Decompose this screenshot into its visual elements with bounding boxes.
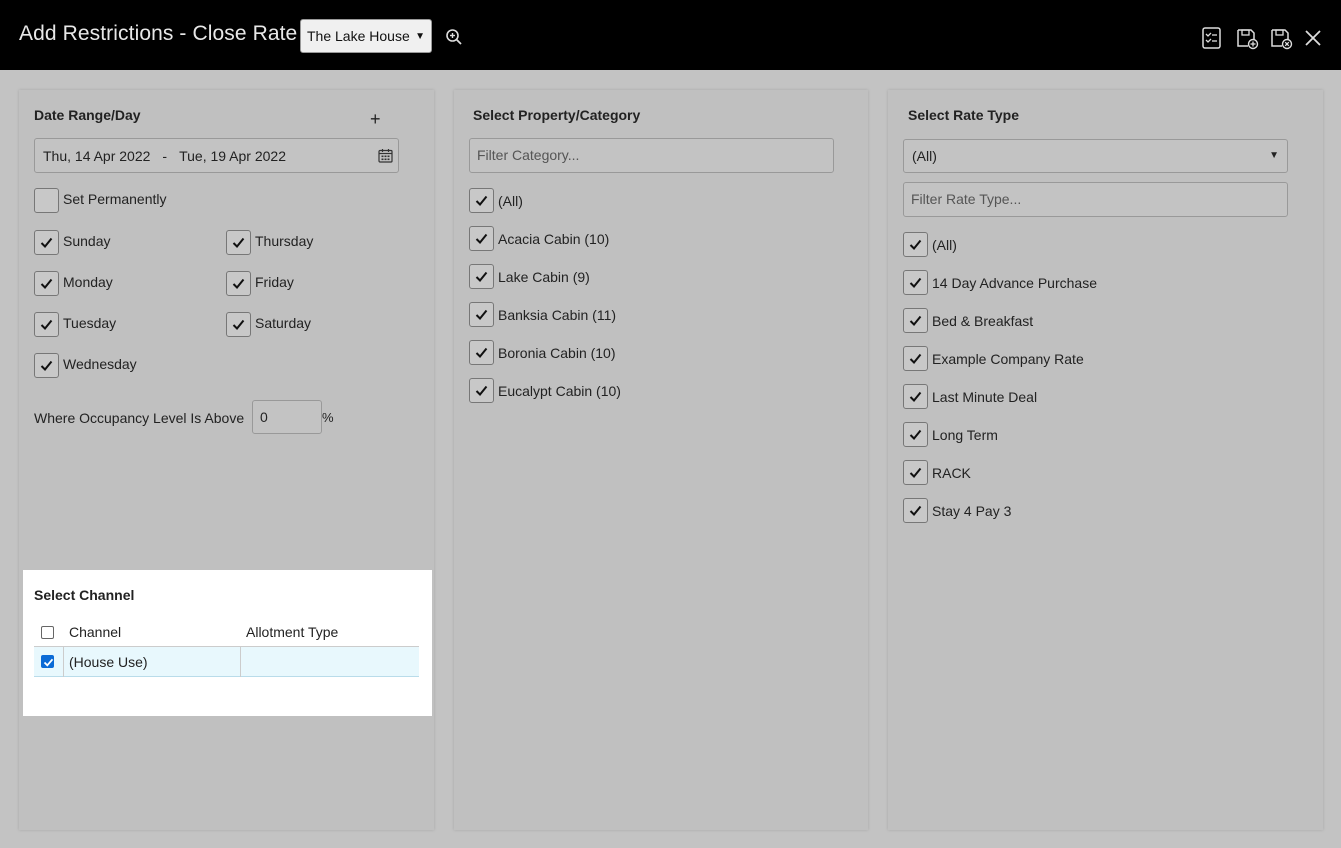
category-label: Banksia Cabin (11): [498, 307, 617, 323]
tuesday-label: Tuesday: [63, 315, 117, 331]
category-panel-title: Select Property/Category: [473, 107, 641, 123]
select-channel-section: Select Channel Channel Allotment Type (H…: [23, 570, 432, 716]
category-checkbox[interactable]: [469, 264, 494, 289]
category-label: Lake Cabin (9): [498, 269, 590, 285]
saturday-label: Saturday: [255, 315, 312, 331]
category-label: Boronia Cabin (10): [498, 345, 616, 361]
rate-type-checkbox-all[interactable]: [903, 232, 928, 257]
rate-type-checkbox[interactable]: [903, 270, 928, 295]
rate-type-checkbox[interactable]: [903, 384, 928, 409]
channel-column-header[interactable]: Channel: [69, 624, 121, 640]
channel-table: Channel Allotment Type (House Use): [34, 618, 419, 677]
save-close-icon[interactable]: [1269, 26, 1293, 50]
property-select-value: The Lake House: [307, 28, 410, 44]
table-row[interactable]: (House Use): [34, 647, 419, 677]
calendar-icon[interactable]: [378, 148, 393, 163]
chevron-down-icon: ▼: [415, 30, 425, 42]
checklist-icon[interactable]: [1200, 26, 1224, 50]
property-select[interactable]: The Lake House ▼: [300, 19, 432, 53]
set-permanently-label: Set Permanently: [63, 191, 167, 207]
sunday-checkbox[interactable]: [34, 230, 59, 255]
category-label: Eucalypt Cabin (10): [498, 383, 621, 399]
rate-type-select-value: (All): [912, 148, 937, 164]
occupancy-label: Where Occupancy Level Is Above: [34, 410, 245, 426]
chevron-down-icon: ▼: [1269, 150, 1279, 161]
friday-label: Friday: [255, 274, 294, 290]
rate-type-label: Long Term: [932, 427, 998, 443]
search-zoom-icon[interactable]: [445, 28, 463, 46]
close-icon[interactable]: [1301, 26, 1325, 50]
friday-checkbox[interactable]: [226, 271, 251, 296]
thursday-label: Thursday: [255, 233, 314, 249]
occupancy-input[interactable]: 0: [252, 400, 322, 434]
rate-type-select[interactable]: (All) ▼: [903, 139, 1288, 173]
tuesday-checkbox[interactable]: [34, 312, 59, 337]
thursday-checkbox[interactable]: [226, 230, 251, 255]
category-panel: Select Property/Category Filter Category…: [454, 90, 868, 830]
top-bar: Add Restrictions - Close Rate The Lake H…: [0, 0, 1341, 70]
save-add-icon[interactable]: [1235, 26, 1259, 50]
rate-type-label: (All): [932, 237, 957, 253]
wednesday-checkbox[interactable]: [34, 353, 59, 378]
select-channel-title: Select Channel: [34, 587, 135, 603]
rate-type-label: Last Minute Deal: [932, 389, 1038, 405]
wednesday-label: Wednesday: [63, 356, 137, 372]
rate-type-panel-title: Select Rate Type: [908, 107, 1020, 123]
rate-type-checkbox[interactable]: [903, 498, 928, 523]
select-all-channels-checkbox[interactable]: [41, 626, 54, 639]
date-range-field[interactable]: Thu, 14 Apr 2022 - Tue, 19 Apr 2022: [34, 138, 399, 173]
rate-type-label: Bed & Breakfast: [932, 313, 1034, 329]
category-checkbox[interactable]: [469, 226, 494, 251]
category-checkbox[interactable]: [469, 378, 494, 403]
set-permanently-checkbox[interactable]: [34, 188, 59, 213]
date-range-title: Date Range/Day: [34, 107, 141, 123]
category-checkbox[interactable]: [469, 302, 494, 327]
add-date-range-button[interactable]: +: [370, 109, 381, 130]
channel-name: (House Use): [69, 654, 148, 670]
rate-type-checkbox[interactable]: [903, 308, 928, 333]
rate-type-label: Example Company Rate: [932, 351, 1084, 367]
allotment-type-column-header[interactable]: Allotment Type: [246, 624, 338, 640]
category-checkbox[interactable]: [469, 340, 494, 365]
house-use-checkbox[interactable]: [41, 655, 54, 668]
monday-checkbox[interactable]: [34, 271, 59, 296]
date-from: Thu, 14 Apr 2022: [43, 147, 151, 164]
rate-type-checkbox[interactable]: [903, 460, 928, 485]
sunday-label: Sunday: [63, 233, 111, 249]
rate-type-panel: Select Rate Type (All) ▼ Filter Rate Typ…: [888, 90, 1323, 830]
filter-category-input[interactable]: Filter Category...: [469, 138, 834, 173]
monday-label: Monday: [63, 274, 113, 290]
filter-rate-type-input[interactable]: Filter Rate Type...: [903, 182, 1288, 217]
category-checkbox-all[interactable]: [469, 188, 494, 213]
rate-type-label: RACK: [932, 465, 971, 481]
rate-type-label: 14 Day Advance Purchase: [932, 275, 1097, 291]
rate-type-checkbox[interactable]: [903, 346, 928, 371]
date-range-panel: Date Range/Day + Thu, 14 Apr 2022 - Tue,…: [19, 90, 434, 830]
page-title: Add Restrictions - Close Rate: [19, 22, 298, 45]
rate-type-label: Stay 4 Pay 3: [932, 503, 1012, 519]
occupancy-unit: %: [322, 410, 334, 425]
rate-type-checkbox[interactable]: [903, 422, 928, 447]
category-label: Acacia Cabin (10): [498, 231, 610, 247]
channel-table-header: Channel Allotment Type: [34, 618, 419, 647]
date-to: Tue, 19 Apr 2022: [179, 147, 286, 164]
date-separator: -: [162, 147, 168, 164]
saturday-checkbox[interactable]: [226, 312, 251, 337]
category-label: (All): [498, 193, 523, 209]
